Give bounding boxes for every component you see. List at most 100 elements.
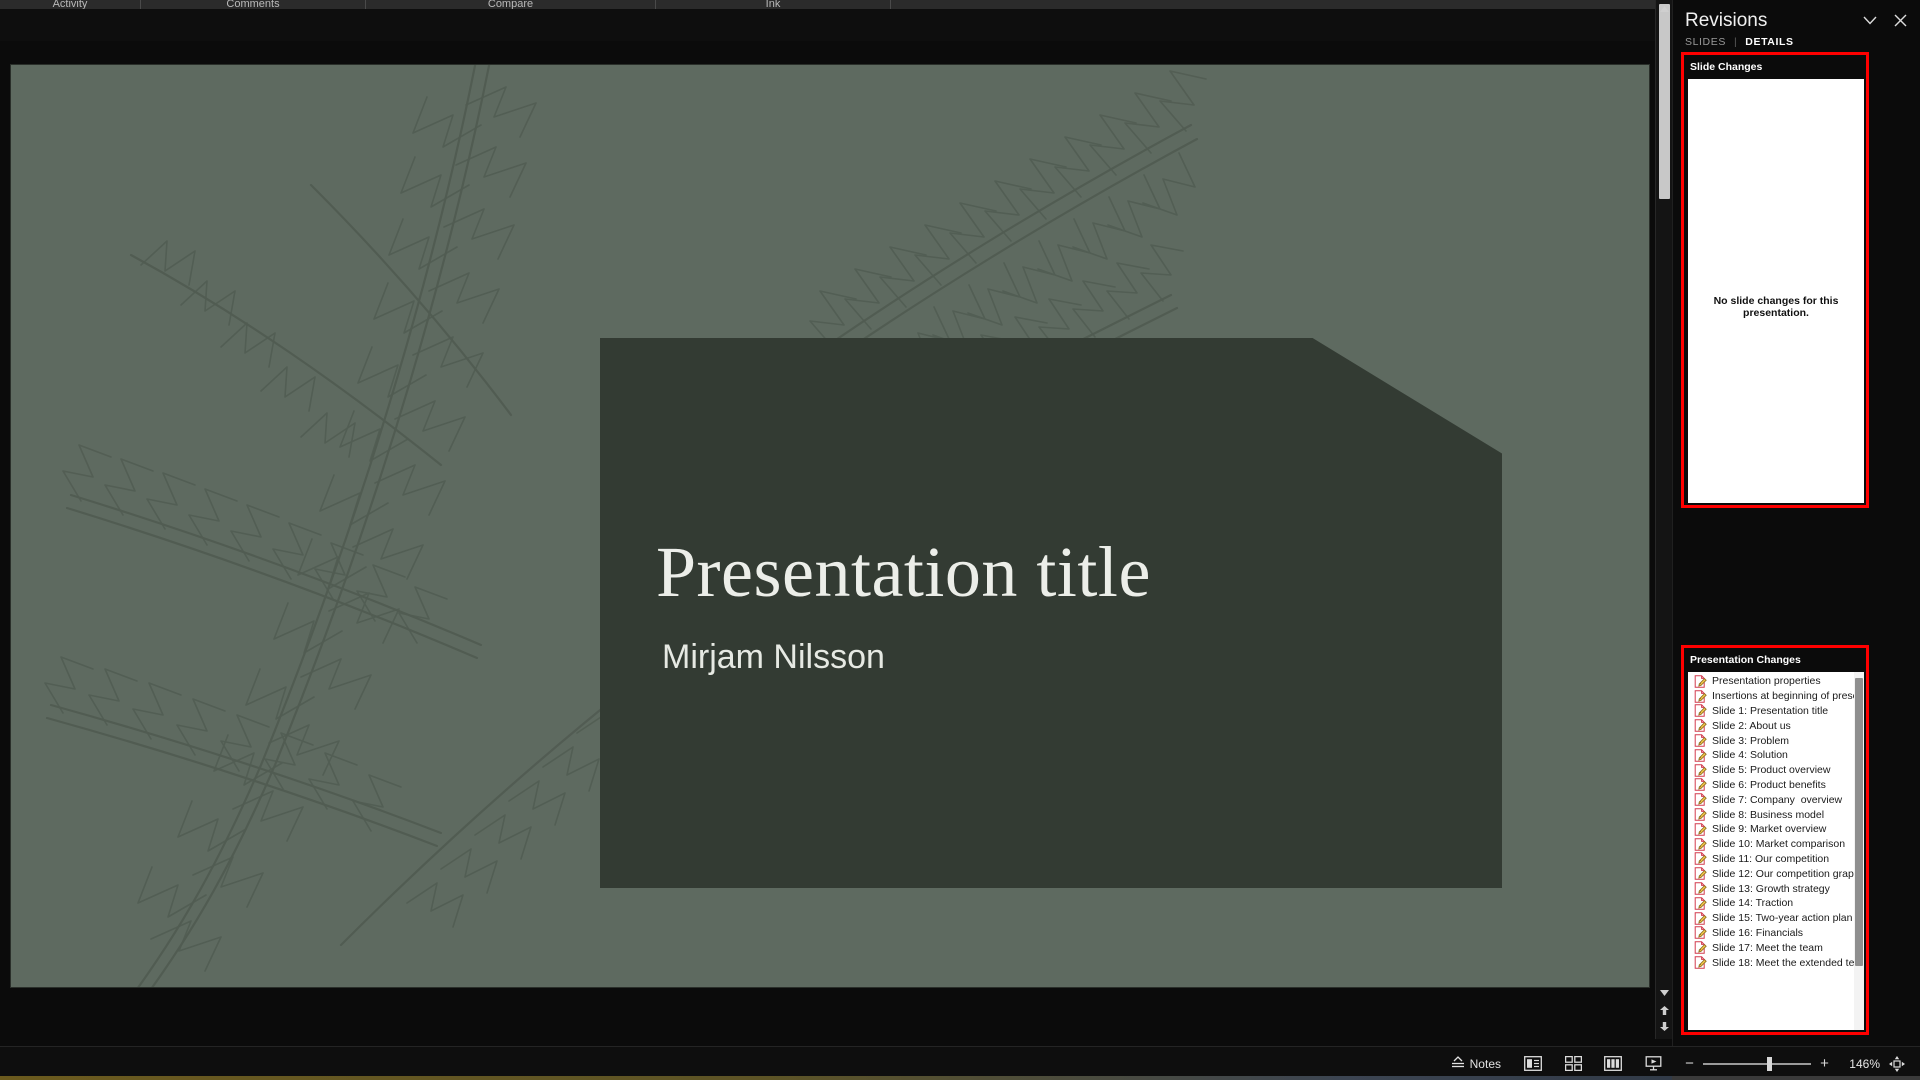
presentation-changes-list[interactable]: Presentation properties Insertions at beg… xyxy=(1688,672,1864,1030)
zoom-level-label[interactable]: 146% xyxy=(1838,1057,1880,1071)
scroll-up-arrow-icon[interactable] xyxy=(1658,4,1671,17)
revisions-pane-edge xyxy=(1672,1076,1920,1080)
presentation-change-item[interactable]: Insertions at beginning of presentation xyxy=(1688,689,1864,704)
presentation-change-label: Slide 5: Product overview xyxy=(1712,764,1831,777)
zoom-in-button[interactable]: + xyxy=(1818,1055,1831,1072)
revision-edit-icon xyxy=(1694,734,1707,747)
normal-view-icon xyxy=(1524,1056,1542,1071)
revision-edit-icon xyxy=(1694,882,1707,895)
revisions-pane: Revisions SLIDES | DETAILS Slide Changes… xyxy=(1672,0,1920,1046)
zoom-slider-thumb[interactable] xyxy=(1767,1056,1772,1071)
ribbon-group-overflow[interactable] xyxy=(890,0,1672,9)
ribbon-group-activity[interactable]: Activity xyxy=(0,0,140,9)
normal-view-button[interactable] xyxy=(1516,1052,1550,1076)
presentation-changes-items: Presentation properties Insertions at beg… xyxy=(1688,674,1864,970)
revision-edit-icon xyxy=(1694,956,1707,969)
ribbon-group-comments-label: Comments xyxy=(226,0,280,9)
presentation-change-label: Slide 13: Growth strategy xyxy=(1712,882,1830,895)
presentation-change-label: Slide 15: Two-year action plan xyxy=(1712,912,1853,925)
presentation-change-label: Slide 6: Product benefits xyxy=(1712,778,1826,791)
zoom-slider[interactable] xyxy=(1703,1056,1811,1071)
revision-edit-icon xyxy=(1694,837,1707,851)
presentation-change-item[interactable]: Presentation properties xyxy=(1688,674,1854,689)
slide-canvas-area[interactable]: Presentation title Mirjam Nilsson xyxy=(0,41,1655,1039)
ribbon-group-labels: Activity Comments Compare Ink xyxy=(0,0,1672,9)
taskbar-edge xyxy=(0,1076,1920,1080)
slide-changes-label: Slide Changes xyxy=(1690,61,1763,73)
notes-label: Notes xyxy=(1469,1056,1501,1071)
presentation-change-item[interactable]: Slide 17: Meet the team xyxy=(1688,940,1854,955)
presentation-change-item[interactable]: Slide 15: Two-year action plan xyxy=(1688,911,1854,926)
status-bar-right: Notes − + 146% xyxy=(1439,1052,1920,1076)
presentation-changes-label: Presentation Changes xyxy=(1690,654,1801,666)
revision-edit-icon xyxy=(1694,852,1707,866)
presentation-change-item[interactable]: Slide 18: Meet the extended team xyxy=(1688,955,1864,970)
presentation-change-label: Slide 10: Market comparison xyxy=(1712,838,1846,851)
slide-changes-list[interactable]: No slide changes for this presentation. xyxy=(1688,79,1864,503)
presentation-change-item[interactable]: Slide 6: Product benefits xyxy=(1688,778,1854,793)
presentation-change-item[interactable]: Slide 4: Solution xyxy=(1688,748,1854,763)
notes-button[interactable]: Notes xyxy=(1439,1052,1513,1076)
revision-edit-icon xyxy=(1694,897,1707,910)
ribbon-group-comments[interactable]: Comments xyxy=(140,0,365,9)
ribbon-spacer xyxy=(0,9,1672,41)
revisions-tabs: SLIDES | DETAILS xyxy=(1685,34,1794,50)
presentation-change-item[interactable]: Slide 11: Our competition xyxy=(1688,852,1854,867)
presentation-change-item[interactable]: Slide 1: Presentation title xyxy=(1688,704,1854,719)
canvas-vertical-scrollbar[interactable] xyxy=(1655,0,1672,1039)
presentation-change-item[interactable]: Slide 5: Product overview xyxy=(1688,763,1854,778)
reading-view-button[interactable] xyxy=(1596,1052,1630,1076)
presentation-change-label: Slide 18: Meet the extended team xyxy=(1712,956,1864,969)
presentation-changes-scrollbar[interactable] xyxy=(1854,672,1864,1030)
slide-title-text[interactable]: Presentation title xyxy=(656,534,1436,611)
next-slide-icon[interactable] xyxy=(1658,1020,1671,1033)
fit-to-window-icon[interactable] xyxy=(1884,1052,1910,1076)
revision-edit-icon xyxy=(1694,808,1707,821)
chevron-down-icon[interactable] xyxy=(1858,8,1882,32)
revisions-pane-header: Revisions xyxy=(1673,6,1920,36)
revision-edit-icon xyxy=(1694,911,1707,925)
presentation-change-label: Slide 4: Solution xyxy=(1712,749,1788,762)
revision-edit-icon xyxy=(1694,823,1707,836)
slide-changes-empty-message: No slide changes for this presentation. xyxy=(1713,295,1839,319)
presentation-change-item[interactable]: Slide 14: Traction xyxy=(1688,896,1854,911)
close-icon[interactable] xyxy=(1888,8,1912,32)
presentation-change-item[interactable]: Slide 16: Financials xyxy=(1688,926,1854,941)
slide-surface[interactable]: Presentation title Mirjam Nilsson xyxy=(11,65,1649,987)
reading-view-icon xyxy=(1604,1056,1622,1071)
presentation-change-item[interactable]: Slide 10: Market comparison xyxy=(1688,837,1854,852)
zoom-out-button[interactable]: − xyxy=(1683,1055,1696,1072)
presentation-change-item[interactable]: Slide 7: Company overview xyxy=(1688,792,1854,807)
presentation-change-item[interactable]: Slide 13: Growth strategy xyxy=(1688,881,1854,896)
ribbon-group-ink[interactable]: Ink xyxy=(655,0,890,9)
presentation-change-label: Slide 12: Our competition graphic xyxy=(1712,867,1864,880)
previous-slide-icon[interactable] xyxy=(1658,1004,1671,1017)
presentation-change-item[interactable]: Slide 2: About us xyxy=(1688,718,1854,733)
presentation-change-item[interactable]: Slide 8: Business model xyxy=(1688,807,1854,822)
revision-edit-icon xyxy=(1694,689,1707,703)
slide-changes-section: Slide Changes No slide changes for this … xyxy=(1681,52,1869,508)
presentation-change-item[interactable]: Slide 12: Our competition graphic xyxy=(1688,866,1864,881)
presentation-change-label: Slide 8: Business model xyxy=(1712,808,1825,821)
presentation-change-label: Slide 3: Problem xyxy=(1712,734,1790,747)
presentation-change-label: Slide 9: Market overview xyxy=(1712,823,1827,836)
presentation-changes-scrollbar-thumb[interactable] xyxy=(1855,678,1863,966)
presentation-change-label: Presentation properties xyxy=(1712,675,1821,688)
presentation-changes-section: Presentation Changes Presentation proper… xyxy=(1681,645,1869,1035)
presentation-change-item[interactable]: Slide 9: Market overview xyxy=(1688,822,1854,837)
tab-details[interactable]: DETAILS xyxy=(1745,36,1793,48)
tab-slides[interactable]: SLIDES xyxy=(1685,36,1726,48)
revision-edit-icon xyxy=(1694,749,1707,762)
slide-show-view-icon xyxy=(1645,1056,1662,1071)
slide-sorter-view-button[interactable] xyxy=(1556,1052,1590,1076)
title-content-shape[interactable] xyxy=(600,338,1502,888)
presentation-change-item[interactable]: Slide 3: Problem xyxy=(1688,733,1854,748)
slide-subtitle-text[interactable]: Mirjam Nilsson xyxy=(662,638,1442,677)
scroll-down-arrow-icon[interactable] xyxy=(1658,988,1671,1001)
ribbon-group-activity-label: Activity xyxy=(52,0,88,9)
scrollbar-thumb[interactable] xyxy=(1659,4,1670,199)
ribbon-group-compare[interactable]: Compare xyxy=(365,0,655,9)
presentation-change-label: Slide 7: Company overview xyxy=(1712,793,1843,806)
presentation-change-label: Slide 17: Meet the team xyxy=(1712,941,1823,954)
slide-show-view-button[interactable] xyxy=(1636,1052,1670,1076)
